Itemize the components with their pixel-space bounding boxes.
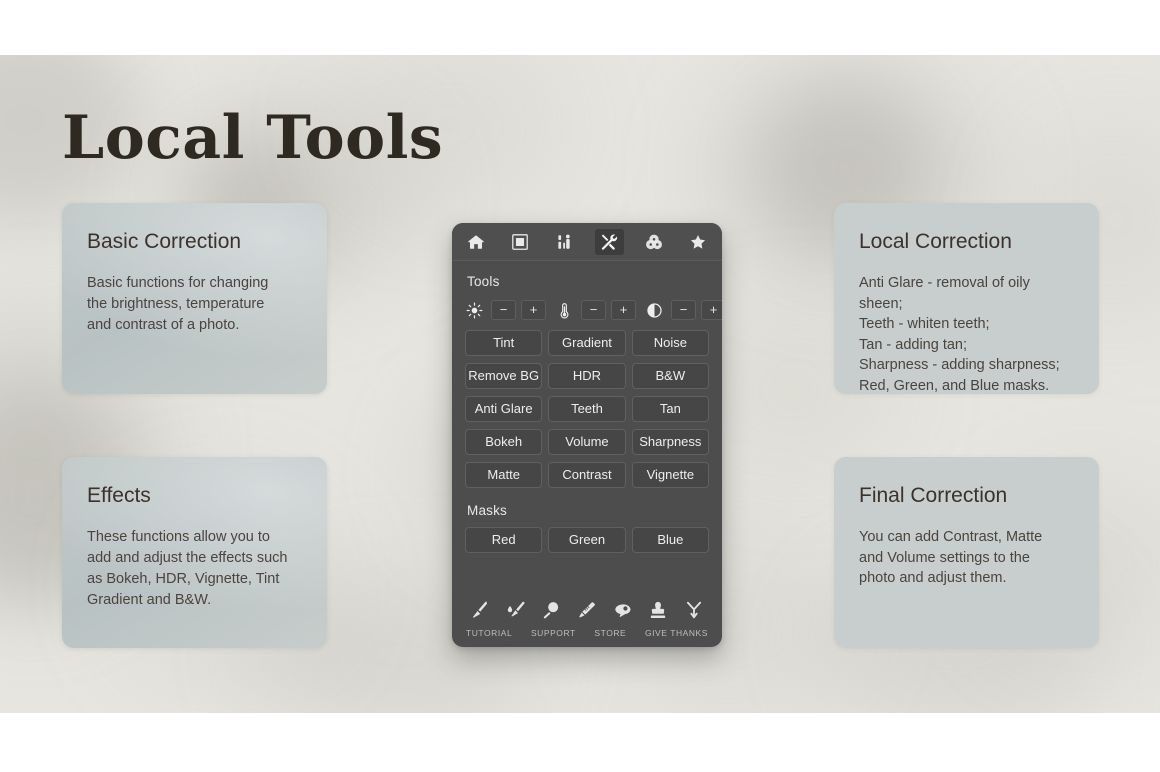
wet-brush-icon[interactable] xyxy=(504,597,528,623)
tool-button-tan[interactable]: Tan xyxy=(631,396,709,422)
mask-buttons-grid: Red Green Blue xyxy=(452,518,722,553)
card-body: You can add Contrast, Matte and Volume s… xyxy=(859,529,1043,587)
tool-button-noise[interactable]: Noise xyxy=(631,330,709,356)
tab-home[interactable] xyxy=(461,229,490,255)
editor-tool-panel: Tools − + − + − + Tint Gradient Noise Re… xyxy=(452,223,722,647)
tool-button-bw[interactable]: B&W xyxy=(631,363,709,389)
bottom-label-tutorial[interactable]: TUTORIAL xyxy=(466,628,512,638)
temperature-decrease-button[interactable]: − xyxy=(581,300,606,320)
bottom-label-row: TUTORIAL SUPPORT STORE GIVE THANKS xyxy=(464,623,710,638)
tool-button-contrast[interactable]: Contrast xyxy=(548,462,626,488)
home-icon xyxy=(467,233,485,251)
contrast-increase-button[interactable]: + xyxy=(701,300,722,320)
masks-section-label: Masks xyxy=(467,503,508,518)
info-card-final-correction: Final Correction You can add Contrast, M… xyxy=(834,457,1099,648)
adjuster-temperature: − + xyxy=(555,300,636,320)
tab-favorites[interactable] xyxy=(684,229,713,255)
panel-bottom-bar: TUTORIAL SUPPORT STORE GIVE THANKS xyxy=(452,593,722,647)
brightness-decrease-button[interactable]: − xyxy=(491,300,516,320)
stamp-icon[interactable] xyxy=(646,597,670,623)
star-icon xyxy=(689,233,707,251)
tool-button-anti-glare[interactable]: Anti Glare xyxy=(465,396,543,422)
frame-icon xyxy=(511,233,529,251)
tool-button-remove-bg[interactable]: Remove BG xyxy=(465,363,543,389)
adjuster-brightness: − + xyxy=(465,300,546,320)
adjuster-contrast: − + xyxy=(645,300,722,320)
card-title: Basic Correction xyxy=(87,230,242,253)
tool-button-gradient[interactable]: Gradient xyxy=(548,330,626,356)
card-body: Basic functions for changing the brightn… xyxy=(87,275,269,334)
tab-frame[interactable] xyxy=(506,229,535,255)
page-title: Local Tools xyxy=(62,103,444,173)
contrast-decrease-button[interactable]: − xyxy=(671,300,696,320)
tools-icon xyxy=(600,233,618,251)
tool-button-teeth[interactable]: Teeth xyxy=(548,396,626,422)
tool-button-bokeh[interactable]: Bokeh xyxy=(465,429,543,455)
tab-makeup[interactable] xyxy=(550,229,579,255)
bottom-icon-row xyxy=(464,593,710,623)
temperature-increase-button[interactable]: + xyxy=(611,300,636,320)
tab-tools[interactable] xyxy=(594,228,624,255)
temperature-icon xyxy=(555,301,574,320)
lasso-icon[interactable] xyxy=(611,597,635,623)
tool-button-hdr[interactable]: HDR xyxy=(548,363,626,389)
panel-tabbar xyxy=(452,223,722,261)
card-title: Final Correction xyxy=(859,484,1008,507)
tool-button-volume[interactable]: Volume xyxy=(548,429,626,455)
bottom-label-give-thanks[interactable]: GIVE THANKS xyxy=(645,628,708,638)
tool-button-tint[interactable]: Tint xyxy=(465,330,543,356)
bottom-label-store[interactable]: STORE xyxy=(594,628,626,638)
mask-button-green[interactable]: Green xyxy=(548,527,626,553)
makeup-icon xyxy=(556,233,574,251)
tool-buttons-grid: Tint Gradient Noise Remove BG HDR B&W An… xyxy=(452,320,722,488)
magnifier-icon[interactable] xyxy=(539,597,563,623)
eraser-icon[interactable] xyxy=(575,597,599,623)
brightness-increase-button[interactable]: + xyxy=(521,300,546,320)
info-card-local-correction: Local Correction Anti Glare - removal of… xyxy=(834,203,1099,394)
brightness-icon xyxy=(465,301,484,320)
tools-section-label: Tools xyxy=(467,274,500,289)
card-title: Effects xyxy=(87,484,151,507)
tool-button-vignette[interactable]: Vignette xyxy=(631,462,709,488)
tool-button-matte[interactable]: Matte xyxy=(465,462,543,488)
bottom-label-support[interactable]: SUPPORT xyxy=(531,628,576,638)
brush-icon[interactable] xyxy=(468,597,492,623)
card-title: Local Correction xyxy=(859,230,1012,253)
mask-button-blue[interactable]: Blue xyxy=(631,527,709,553)
info-card-effects: Effects These functions allow you to add… xyxy=(62,457,327,648)
tool-button-sharpness[interactable]: Sharpness xyxy=(631,429,709,455)
mask-button-red[interactable]: Red xyxy=(465,527,543,553)
clone-icon[interactable] xyxy=(682,597,706,623)
card-body: Anti Glare - removal of oily sheen; Teet… xyxy=(859,275,1060,394)
contrast-icon xyxy=(645,301,664,320)
screenshot-root: Local Tools Basic Correction Basic funct… xyxy=(0,0,1160,772)
tab-color[interactable] xyxy=(639,229,668,255)
color-mix-icon xyxy=(645,233,663,251)
adjusters-row: − + − + − + xyxy=(452,289,722,320)
card-body: These functions allow you to add and adj… xyxy=(87,529,288,609)
info-card-basic-correction: Basic Correction Basic functions for cha… xyxy=(62,203,327,394)
